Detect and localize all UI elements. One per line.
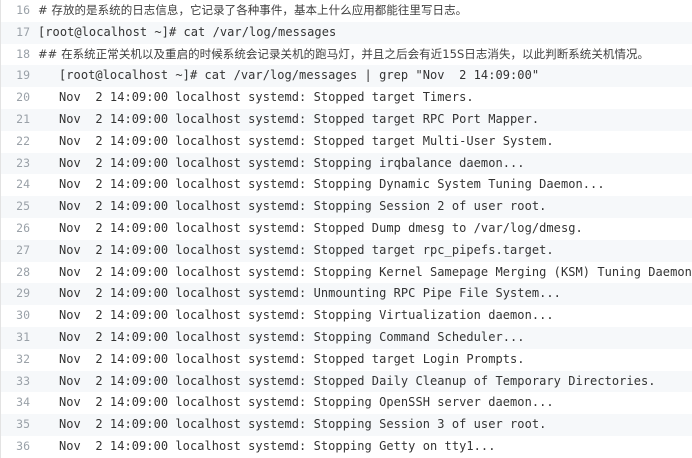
code-block: 16 # 存放的是系统的日志信息，它记录了各种事件，基本上什么应用都能往里写日志… bbox=[0, 0, 692, 458]
code-line-23: 23 Nov 2 14:09:00 localhost systemd: Sto… bbox=[1, 152, 692, 175]
code-line-19: 19 [root@localhost ~]# cat /var/log/mess… bbox=[1, 65, 692, 88]
command-text: [root@localhost ~]# cat /var/log/message… bbox=[59, 68, 540, 83]
code-line-16: 16 # 存放的是系统的日志信息，它记录了各种事件，基本上什么应用都能往里写日志… bbox=[1, 0, 692, 22]
code-line-29: 29 Nov 2 14:09:00 localhost systemd: Unm… bbox=[1, 283, 692, 306]
line-number: 28 bbox=[16, 264, 30, 279]
code-line-28: 28 Nov 2 14:09:00 localhost systemd: Sto… bbox=[1, 262, 692, 284]
code-line-26: 26 Nov 2 14:09:00 localhost systemd: Sto… bbox=[1, 218, 692, 240]
line-number: 23 bbox=[16, 155, 30, 170]
log-text: Nov 2 14:09:00 localhost systemd: Stoppi… bbox=[59, 308, 554, 323]
code-line-24: 24 Nov 2 14:09:00 localhost systemd: Sto… bbox=[1, 174, 692, 196]
code-line-35: 35 Nov 2 14:09:00 localhost systemd: Sto… bbox=[1, 414, 692, 436]
line-number: 30 bbox=[16, 308, 30, 323]
line-number: 26 bbox=[16, 220, 30, 235]
log-text: Nov 2 14:09:00 localhost systemd: Stoppi… bbox=[59, 395, 554, 410]
code-line-33: 33 Nov 2 14:09:00 localhost systemd: Sto… bbox=[1, 370, 692, 393]
code-line-20: 20 Nov 2 14:09:00 localhost systemd: Sto… bbox=[1, 87, 692, 109]
log-text: Nov 2 14:09:00 localhost systemd: Stoppi… bbox=[59, 177, 605, 192]
log-text: Nov 2 14:09:00 localhost systemd: Stoppe… bbox=[59, 373, 656, 388]
line-number: 27 bbox=[16, 242, 30, 257]
log-text: Nov 2 14:09:00 localhost systemd: Stoppi… bbox=[59, 264, 692, 279]
code-line-36: 36 Nov 2 14:09:00 localhost systemd: Sto… bbox=[1, 436, 692, 458]
log-text: Nov 2 14:09:00 localhost systemd: Stoppi… bbox=[59, 417, 547, 432]
log-text: Nov 2 14:09:00 localhost systemd: Stoppi… bbox=[59, 438, 496, 453]
line-number: 29 bbox=[16, 286, 30, 301]
code-line-27: 27 Nov 2 14:09:00 localhost systemd: Sto… bbox=[1, 239, 692, 262]
code-line-18: 18 ## 在系统正常关机以及重启的时候系统会记录关机的跑马灯，并且之后会有近1… bbox=[1, 44, 692, 66]
line-number: 17 bbox=[16, 24, 30, 39]
code-line-21: 21 Nov 2 14:09:00 localhost systemd: Sto… bbox=[1, 108, 692, 131]
code-line-31: 31 Nov 2 14:09:00 localhost systemd: Sto… bbox=[1, 326, 692, 349]
comment-text: # 存放的是系统的日志信息，它记录了各种事件，基本上什么应用都能往里写日志。 bbox=[38, 3, 468, 17]
line-number: 35 bbox=[16, 417, 30, 432]
log-text: Nov 2 14:09:00 localhost systemd: Stoppi… bbox=[59, 155, 525, 170]
comment-text: ## 在系统正常关机以及重启的时候系统会记录关机的跑马灯，并且之后会有近15S日… bbox=[38, 46, 650, 61]
log-text: Nov 2 14:09:00 localhost systemd: Stoppe… bbox=[59, 242, 554, 257]
line-number: 31 bbox=[16, 329, 30, 344]
code-line-32: 32 Nov 2 14:09:00 localhost systemd: Sto… bbox=[1, 349, 692, 371]
code-line-34: 34 Nov 2 14:09:00 localhost systemd: Sto… bbox=[1, 392, 692, 414]
line-number: 20 bbox=[16, 90, 30, 105]
code-line-22: 22 Nov 2 14:09:00 localhost systemd: Sto… bbox=[1, 131, 692, 153]
code-line-25: 25 Nov 2 14:09:00 localhost systemd: Sto… bbox=[1, 196, 692, 218]
line-number: 21 bbox=[16, 111, 30, 126]
line-number: 25 bbox=[16, 199, 30, 214]
log-text: Nov 2 14:09:00 localhost systemd: Stoppe… bbox=[59, 351, 525, 366]
line-number: 18 bbox=[16, 46, 30, 61]
code-line-17: 17 [root@localhost ~]# cat /var/log/mess… bbox=[1, 21, 692, 44]
log-text: Nov 2 14:09:00 localhost systemd: Stoppe… bbox=[59, 133, 554, 148]
line-number: 16 bbox=[16, 3, 30, 17]
line-number: 19 bbox=[16, 68, 30, 83]
command-text: [root@localhost ~]# cat /var/log/message… bbox=[38, 24, 337, 39]
line-number: 33 bbox=[16, 373, 30, 388]
log-text: Nov 2 14:09:00 localhost systemd: Stoppi… bbox=[59, 329, 525, 344]
line-number: 36 bbox=[16, 438, 30, 453]
code-line-30: 30 Nov 2 14:09:00 localhost systemd: Sto… bbox=[1, 305, 692, 327]
log-text: Nov 2 14:09:00 localhost systemd: Stoppe… bbox=[59, 90, 474, 105]
line-number: 34 bbox=[16, 395, 30, 410]
line-number: 32 bbox=[16, 351, 30, 366]
log-text: Nov 2 14:09:00 localhost systemd: Unmoun… bbox=[59, 286, 561, 301]
log-text: Nov 2 14:09:00 localhost systemd: Stoppi… bbox=[59, 199, 547, 214]
log-text: Nov 2 14:09:00 localhost systemd: Stoppe… bbox=[59, 111, 540, 126]
line-number: 22 bbox=[16, 133, 30, 148]
log-text: Nov 2 14:09:00 localhost systemd: Stoppe… bbox=[59, 220, 583, 235]
line-number: 24 bbox=[16, 177, 30, 192]
